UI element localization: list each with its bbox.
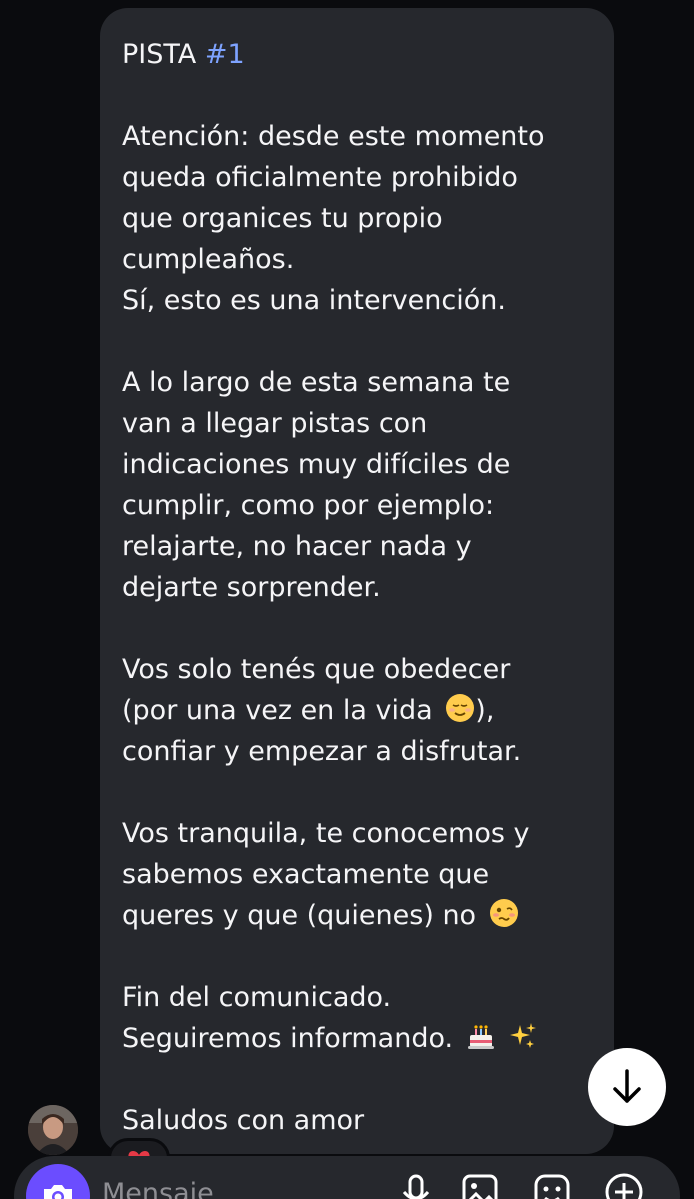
avatar[interactable] (28, 1105, 78, 1155)
message-bubble[interactable]: PISTA #1 Atención: desde este momento qu… (100, 8, 614, 1154)
relieved-face-emoji (446, 694, 475, 722)
message-line: Vos solo tenés que obedecer (122, 654, 511, 685)
comma: , (485, 695, 495, 726)
hashtag-link[interactable]: #1 (205, 39, 245, 70)
message-input[interactable]: Mensaje (102, 1178, 214, 1199)
title-prefix: PISTA (122, 39, 205, 70)
message-line: dejarte sorprender. (122, 572, 381, 603)
microphone-icon[interactable] (394, 1170, 438, 1199)
message-line-text: Seguiremos informando. (122, 1023, 454, 1054)
message-line: (por una vez en la vida ), (122, 690, 594, 731)
message-line: cumpleaños. (122, 244, 295, 275)
sticker-icon[interactable] (530, 1170, 574, 1199)
chat-screen: PISTA #1 Atención: desde este momento qu… (0, 0, 694, 1199)
message-composer: Mensaje (14, 1156, 680, 1199)
camera-icon (44, 1185, 72, 1199)
message-line: confiar y empezar a disfrutar. (122, 736, 522, 767)
message-line: Fin del comunicado. (122, 982, 392, 1013)
add-icon[interactable] (602, 1170, 646, 1199)
message-line: queda oficialmente prohibido (122, 162, 518, 193)
message-line-text: queres y que (quienes) no (122, 900, 477, 931)
message-line-text: ) (475, 695, 486, 726)
message-line: relajarte, no hacer nada y (122, 531, 472, 562)
birthday-cake-emoji (467, 1025, 494, 1049)
camera-button[interactable] (26, 1164, 90, 1199)
message-line: Vos tranquila, te conocemos y (122, 818, 530, 849)
avatar-image (28, 1105, 78, 1155)
message-line-text: (por una vez en la vida (122, 695, 433, 726)
message-line: Saludos con amor (122, 1105, 365, 1136)
message-line: A lo largo de esta semana te (122, 367, 511, 398)
message-line: sabemos exactamente que (122, 859, 490, 890)
sparkles-emoji (510, 1023, 537, 1048)
message-line: que organices tu propio (122, 203, 443, 234)
message-title: PISTA #1 (122, 34, 594, 75)
message-line: Sí, esto es una intervención. (122, 285, 506, 316)
gallery-icon[interactable] (458, 1170, 502, 1199)
message-line: queres y que (quienes) no (122, 895, 594, 936)
message-line: indicaciones muy difíciles de (122, 449, 511, 480)
message-line: van a llegar pistas con (122, 408, 428, 439)
scroll-to-bottom-button[interactable] (588, 1048, 666, 1126)
message-line: cumplir, como por ejemplo: (122, 490, 495, 521)
woozy-face-emoji (489, 899, 518, 927)
arrow-down-icon (613, 1069, 641, 1103)
message-line: Seguiremos informando. (122, 1018, 594, 1059)
message-line: Atención: desde este momento (122, 121, 545, 152)
